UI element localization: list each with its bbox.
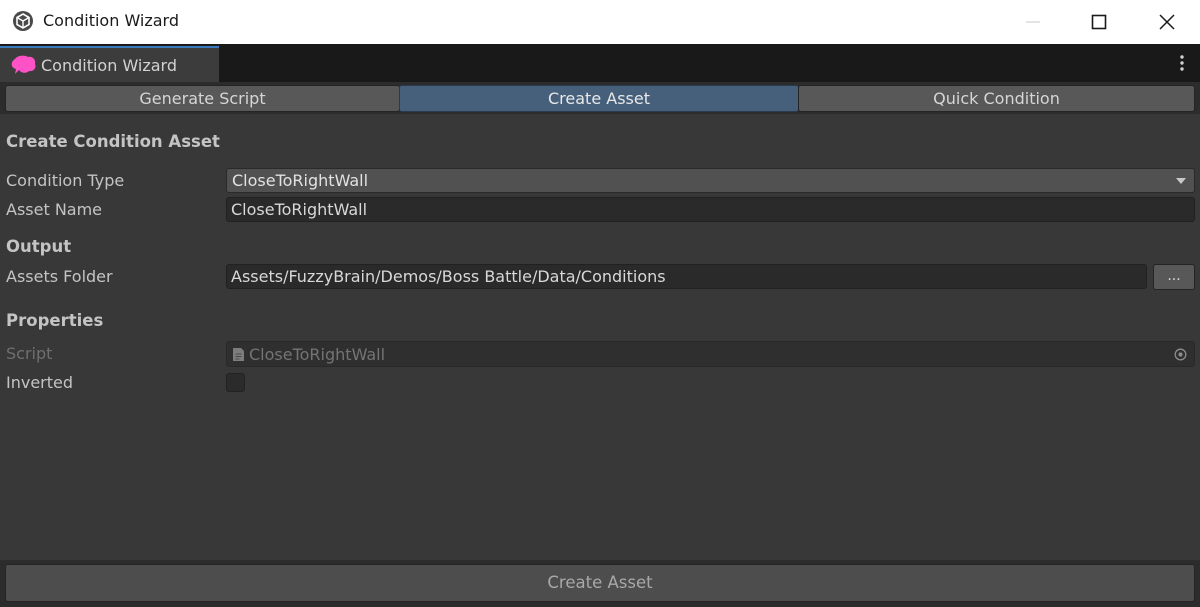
tab-generate-script[interactable]: Generate Script — [5, 85, 400, 112]
maximize-button[interactable] — [1066, 0, 1132, 44]
maximize-icon — [1091, 14, 1107, 30]
window-title: Condition Wizard — [43, 11, 180, 30]
unity-logo-icon — [13, 11, 33, 31]
condition-type-value: CloseToRightWall — [232, 171, 369, 190]
minimize-icon — [1026, 21, 1040, 23]
window-titlebar: Condition Wizard — [0, 0, 1200, 44]
tab-create-asset[interactable]: Create Asset — [399, 85, 799, 112]
brain-icon — [11, 55, 36, 74]
properties-section-heading: Properties — [6, 311, 104, 330]
tab-label: Condition Wizard — [41, 56, 178, 75]
close-button[interactable] — [1134, 0, 1200, 44]
script-file-icon — [233, 348, 244, 361]
asset-name-label: Asset Name — [6, 200, 103, 219]
tab-quick-condition[interactable]: Quick Condition — [798, 85, 1195, 112]
create-section-heading: Create Condition Asset — [6, 132, 220, 151]
asset-name-input[interactable]: CloseToRightWall — [226, 197, 1195, 222]
mode-toolbar: Generate Script Create Asset Quick Condi… — [0, 82, 1200, 114]
output-section-heading: Output — [6, 237, 72, 256]
condition-type-dropdown[interactable]: CloseToRightWall — [226, 168, 1195, 193]
condition-type-label: Condition Type — [6, 171, 125, 190]
browse-folder-button[interactable]: ... — [1153, 264, 1195, 290]
more-options-icon[interactable] — [1172, 52, 1192, 74]
script-label: Script — [6, 344, 53, 363]
footer-bar: Create Asset — [0, 560, 1200, 607]
script-object-field: CloseToRightWall — [226, 341, 1195, 367]
object-picker-icon[interactable] — [1174, 348, 1187, 361]
inverted-label: Inverted — [6, 373, 74, 392]
editor-tab-strip: Condition Wizard — [0, 44, 1200, 82]
asset-name-value: CloseToRightWall — [231, 200, 368, 219]
script-value: CloseToRightWall — [249, 345, 386, 364]
create-asset-button[interactable]: Create Asset — [5, 564, 1195, 602]
assets-folder-label: Assets Folder — [6, 267, 113, 286]
chevron-down-icon — [1176, 178, 1186, 184]
tab-condition-wizard[interactable]: Condition Wizard — [0, 46, 219, 82]
minimize-button[interactable] — [1000, 0, 1066, 44]
inverted-checkbox[interactable] — [226, 373, 245, 392]
close-icon — [1159, 14, 1175, 30]
assets-folder-value: Assets/FuzzyBrain/Demos/Boss Battle/Data… — [231, 267, 666, 286]
assets-folder-input[interactable]: Assets/FuzzyBrain/Demos/Boss Battle/Data… — [226, 264, 1147, 289]
